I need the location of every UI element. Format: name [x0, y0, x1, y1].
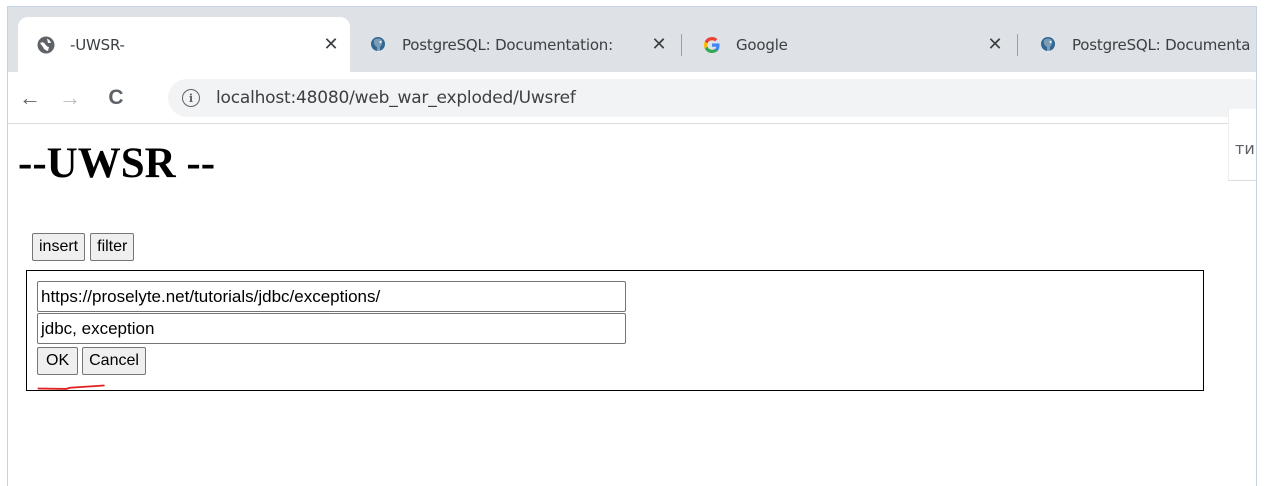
insert-button[interactable]: insert [32, 233, 86, 261]
filter-button[interactable]: filter [90, 233, 135, 261]
side-panel-text: ти [1235, 139, 1255, 158]
close-tab-icon[interactable]: ✕ [986, 34, 1004, 55]
cancel-button[interactable]: Cancel [82, 347, 146, 375]
annotation-underline [37, 384, 105, 390]
tab-title: PostgreSQL: Documentation: [402, 35, 613, 54]
postgresql-elephant-icon [368, 35, 388, 55]
action-buttons: insert filter [32, 233, 135, 261]
overlapping-side-panel: ти [1228, 109, 1256, 181]
postgresql-elephant-icon [1038, 35, 1058, 55]
close-tab-icon[interactable]: ✕ [322, 34, 340, 55]
tab-title: -UWSR- [70, 35, 125, 54]
tab-title: Google [736, 35, 788, 54]
tab-uwsr[interactable]: -UWSR- ✕ [18, 17, 350, 72]
tab-separator [1017, 34, 1018, 56]
tags-input[interactable]: jdbc, exception [37, 313, 626, 344]
page-title: --UWSR -- [18, 140, 216, 187]
tab-strip: -UWSR- ✕ PostgreSQL: Documentation: ✕ Go… [8, 7, 1256, 72]
form-buttons: OK Cancel [37, 347, 146, 375]
url-text[interactable]: localhost:48080/web_war_exploded/Uwsref [216, 88, 576, 108]
back-button[interactable]: ← [16, 84, 44, 112]
browser-window: -UWSR- ✕ PostgreSQL: Documentation: ✕ Go… [7, 6, 1257, 486]
forward-button[interactable]: → [56, 84, 84, 112]
reload-button[interactable]: C [102, 84, 130, 112]
google-g-icon [702, 35, 722, 55]
tab-postgresql-docs-2[interactable]: PostgreSQL: Documenta [1020, 17, 1256, 72]
ok-button[interactable]: OK [37, 347, 79, 375]
close-tab-icon[interactable]: ✕ [650, 34, 668, 55]
insert-form: https://proselyte.net/tutorials/jdbc/exc… [26, 270, 1204, 391]
tab-separator [681, 34, 682, 56]
globe-icon [36, 35, 56, 55]
tab-title: PostgreSQL: Documenta [1072, 35, 1251, 54]
url-input[interactable]: https://proselyte.net/tutorials/jdbc/exc… [37, 281, 626, 312]
tab-postgresql-docs-1[interactable]: PostgreSQL: Documentation: ✕ [350, 17, 678, 72]
browser-toolbar: ← → C i localhost:48080/web_war_exploded… [8, 72, 1256, 124]
address-bar[interactable]: i localhost:48080/web_war_exploded/Uwsre… [168, 79, 1256, 117]
info-icon[interactable]: i [182, 89, 200, 107]
tab-google[interactable]: Google ✕ [684, 17, 1014, 72]
